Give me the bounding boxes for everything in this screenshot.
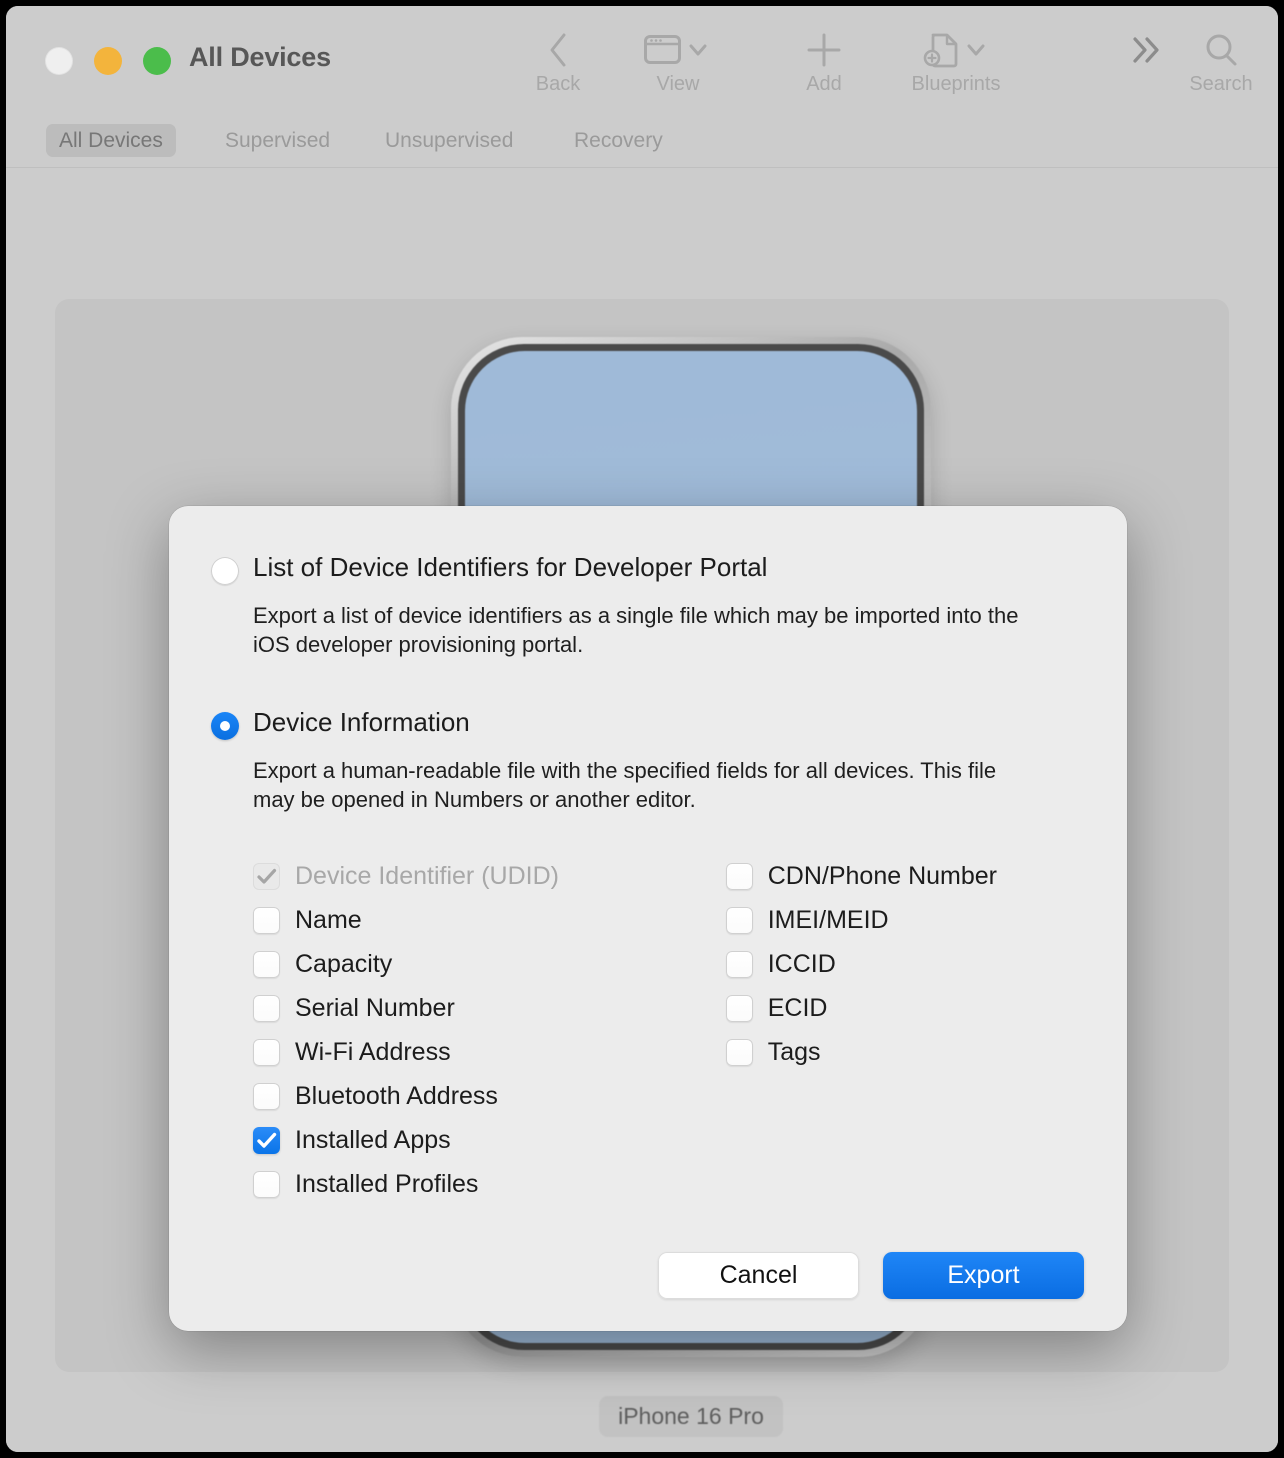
checkbox-label: Name [295, 905, 362, 934]
tab-unsupervised[interactable]: Unsupervised [372, 124, 526, 157]
checkbox-row-imei-meid[interactable]: IMEI/MEID [725, 898, 1085, 942]
checkbox-cdn-phone-number[interactable] [725, 862, 753, 890]
checkbox-label: Tags [767, 1037, 821, 1066]
checkbox-label: Device Identifier (UDID) [295, 861, 559, 890]
toolbar-label-add: Add [806, 73, 842, 95]
maximize-window-button[interactable] [143, 47, 171, 75]
toolbar-button-add[interactable]: Add [769, 28, 879, 96]
checkbox-bluetooth-address[interactable] [253, 1082, 280, 1110]
checkbox-label: Capacity [295, 949, 393, 978]
toolbar-button-view[interactable]: View [623, 28, 733, 96]
tab-recovery[interactable]: Recovery [561, 124, 676, 157]
checkbox-tags[interactable] [725, 1038, 753, 1066]
option-description: Export a list of device identifiers as a… [253, 603, 1019, 658]
toolbar-label-blueprints: Blueprints [911, 73, 1001, 95]
checkbox-row-bluetooth-address[interactable]: Bluetooth Address [253, 1074, 726, 1118]
tab-all-devices[interactable]: All Devices [46, 124, 176, 157]
window-view-icon [623, 28, 733, 72]
toolbar-button-blueprints[interactable]: Blueprints [901, 28, 1011, 96]
cancel-button[interactable]: Cancel [658, 1252, 859, 1300]
export-button[interactable]: Export [883, 1252, 1084, 1300]
checkbox-label: ICCID [767, 949, 836, 978]
tab-label: All Devices [59, 128, 163, 152]
tab-label: Recovery [574, 128, 663, 152]
checkbox-row-tags[interactable]: Tags [725, 1030, 1085, 1074]
device-name-chip: iPhone 16 Pro [599, 1396, 783, 1437]
checkbox-label: Installed Apps [295, 1125, 451, 1154]
checkbox-wifi-address[interactable] [253, 1038, 280, 1066]
checkbox-label: Bluetooth Address [295, 1081, 498, 1110]
toolbar-button-back[interactable]: Back [503, 28, 613, 96]
option-description: Export a human-readable file with the sp… [253, 758, 997, 813]
back-chevron-icon [503, 28, 613, 72]
sheet-button-row: Cancel Export [211, 1252, 1085, 1300]
option-title: List of Device Identifiers for Developer… [253, 552, 768, 582]
toolbar-button-search[interactable]: Search [1166, 28, 1276, 96]
checkbox-installed-apps[interactable] [253, 1126, 280, 1154]
checkbox-label: ECID [767, 993, 828, 1022]
checkbox-name[interactable] [253, 906, 280, 934]
checkbox-row-device-identifier-udid: Device Identifier (UDID) [253, 854, 726, 898]
toolbar-label-view: View [656, 73, 700, 95]
checkbox-row-installed-profiles[interactable]: Installed Profiles [253, 1162, 726, 1206]
option-list-of-device-identifiers[interactable]: List of Device Identifiers for Developer… [211, 552, 1085, 659]
export-options-sheet: List of Device Identifiers for Developer… [169, 506, 1127, 1332]
checkbox-row-installed-apps[interactable]: Installed Apps [253, 1118, 726, 1162]
field-column-left: Device Identifier (UDID) Name Capacity S… [253, 854, 726, 1206]
checkbox-row-wifi-address[interactable]: Wi-Fi Address [253, 1030, 726, 1074]
page-title: All Devices [189, 42, 331, 72]
checkbox-row-ecid[interactable]: ECID [725, 986, 1085, 1030]
content-area: iPhone 16 Pro List of Device Identifiers… [6, 168, 1278, 1452]
checkbox-iccid[interactable] [725, 950, 753, 978]
checkbox-row-cdn-phone-number[interactable]: CDN/Phone Number [725, 854, 1085, 898]
checkbox-row-iccid[interactable]: ICCID [725, 942, 1085, 986]
blueprint-document-add-icon [901, 28, 1011, 72]
search-magnifier-icon [1166, 28, 1276, 72]
radio-list-of-device-identifiers[interactable] [211, 557, 239, 585]
main-window: All Devices Back View Add Blueprints Sea… [6, 6, 1278, 1452]
checkbox-serial-number[interactable] [253, 994, 280, 1022]
checkbox-ecid[interactable] [725, 994, 753, 1022]
radio-device-information[interactable] [211, 712, 239, 741]
plus-icon [769, 28, 879, 72]
toolbar-label-search: Search [1189, 73, 1253, 95]
checkbox-label: Serial Number [295, 993, 455, 1022]
checkbox-row-name[interactable]: Name [253, 898, 726, 942]
checkbox-row-serial-number[interactable]: Serial Number [253, 986, 726, 1030]
checkbox-imei-meid[interactable] [725, 906, 753, 934]
toolbar-label-back: Back [535, 73, 581, 95]
minimize-window-button[interactable] [94, 47, 122, 75]
option-device-information[interactable]: Device Information Export a human-readab… [211, 707, 1085, 814]
filter-tab-bar: All Devices Supervised Unsupervised Reco… [6, 113, 1278, 168]
checkbox-installed-profiles[interactable] [253, 1170, 280, 1198]
checkbox-capacity[interactable] [253, 950, 280, 978]
field-column-right: CDN/Phone Number IMEI/MEID ICCID ECID Ta… [725, 854, 1085, 1206]
traffic-light-group [45, 47, 171, 75]
checkbox-row-capacity[interactable]: Capacity [253, 942, 726, 986]
checkbox-label: CDN/Phone Number [767, 861, 997, 890]
export-field-grid: Device Identifier (UDID) Name Capacity S… [253, 854, 1085, 1206]
checkbox-label: IMEI/MEID [767, 905, 889, 934]
close-window-button[interactable] [45, 47, 73, 75]
toolbar: All Devices Back View Add Blueprints Sea… [6, 6, 1278, 113]
option-title: Device Information [253, 707, 470, 738]
tab-label: Supervised [225, 128, 331, 152]
checkbox-label: Installed Profiles [295, 1169, 479, 1198]
checkbox-device-identifier-udid [253, 862, 280, 890]
checkbox-label: Wi-Fi Address [295, 1037, 451, 1066]
tab-label: Unsupervised [385, 128, 514, 152]
tab-supervised[interactable]: Supervised [212, 124, 343, 157]
